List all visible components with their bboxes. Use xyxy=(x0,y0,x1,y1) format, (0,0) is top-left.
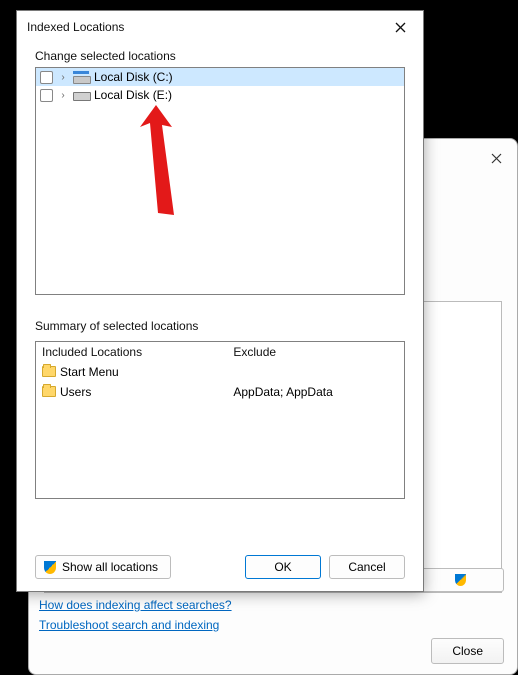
summary-row[interactable]: Start Menu xyxy=(36,362,404,382)
expand-toggle[interactable]: › xyxy=(58,90,68,100)
indexed-locations-dialog: Indexed Locations Change selected locati… xyxy=(16,10,424,592)
tree-row-disk-e[interactable]: › Local Disk (E:) xyxy=(36,86,404,104)
tree-item-label: Local Disk (E:) xyxy=(94,88,172,102)
link-indexing-affect[interactable]: How does indexing affect searches? xyxy=(39,598,504,612)
dialog-title: Indexed Locations xyxy=(27,20,124,34)
bg-close-button[interactable] xyxy=(485,147,507,169)
disk-icon xyxy=(73,71,89,83)
locations-tree[interactable]: › Local Disk (C:) › Local Disk (E:) xyxy=(35,67,405,295)
cancel-button[interactable]: Cancel xyxy=(329,555,405,579)
summary-header: Included Locations Exclude xyxy=(36,342,404,362)
show-all-locations-button[interactable]: Show all locations xyxy=(35,555,171,579)
shield-icon xyxy=(44,561,56,574)
checkbox[interactable] xyxy=(40,71,53,84)
folder-icon xyxy=(42,386,56,397)
change-locations-label: Change selected locations xyxy=(35,49,405,63)
link-troubleshoot[interactable]: Troubleshoot search and indexing xyxy=(39,618,504,632)
close-button[interactable] xyxy=(385,14,415,40)
bg-ghost-btn-3[interactable] xyxy=(416,568,504,592)
dialog-footer: Show all locations OK Cancel xyxy=(35,543,405,579)
included-cell: Users xyxy=(36,382,227,402)
included-text: Users xyxy=(60,385,91,399)
included-cell: Start Menu xyxy=(36,362,227,382)
show-all-label: Show all locations xyxy=(62,560,158,574)
exclude-cell: AppData; AppData xyxy=(227,382,404,402)
summary-label: Summary of selected locations xyxy=(35,319,405,333)
summary-row[interactable]: Users AppData; AppData xyxy=(36,382,404,402)
titlebar: Indexed Locations xyxy=(17,11,423,43)
disk-icon xyxy=(73,89,89,101)
shield-icon xyxy=(455,574,466,586)
tree-row-disk-c[interactable]: › Local Disk (C:) xyxy=(36,68,404,86)
checkbox[interactable] xyxy=(40,89,53,102)
col-exclude-header: Exclude xyxy=(227,342,404,362)
tree-item-label: Local Disk (C:) xyxy=(94,70,173,84)
bg-close-footer-button[interactable]: Close xyxy=(431,638,504,664)
included-text: Start Menu xyxy=(60,365,119,379)
bg-help-links: How does indexing affect searches? Troub… xyxy=(39,598,504,632)
exclude-cell xyxy=(227,362,404,382)
ok-button[interactable]: OK xyxy=(245,555,321,579)
col-included-header: Included Locations xyxy=(36,342,227,362)
summary-box: Included Locations Exclude Start Menu Us… xyxy=(35,341,405,499)
folder-icon xyxy=(42,366,56,377)
expand-toggle[interactable]: › xyxy=(58,72,68,82)
